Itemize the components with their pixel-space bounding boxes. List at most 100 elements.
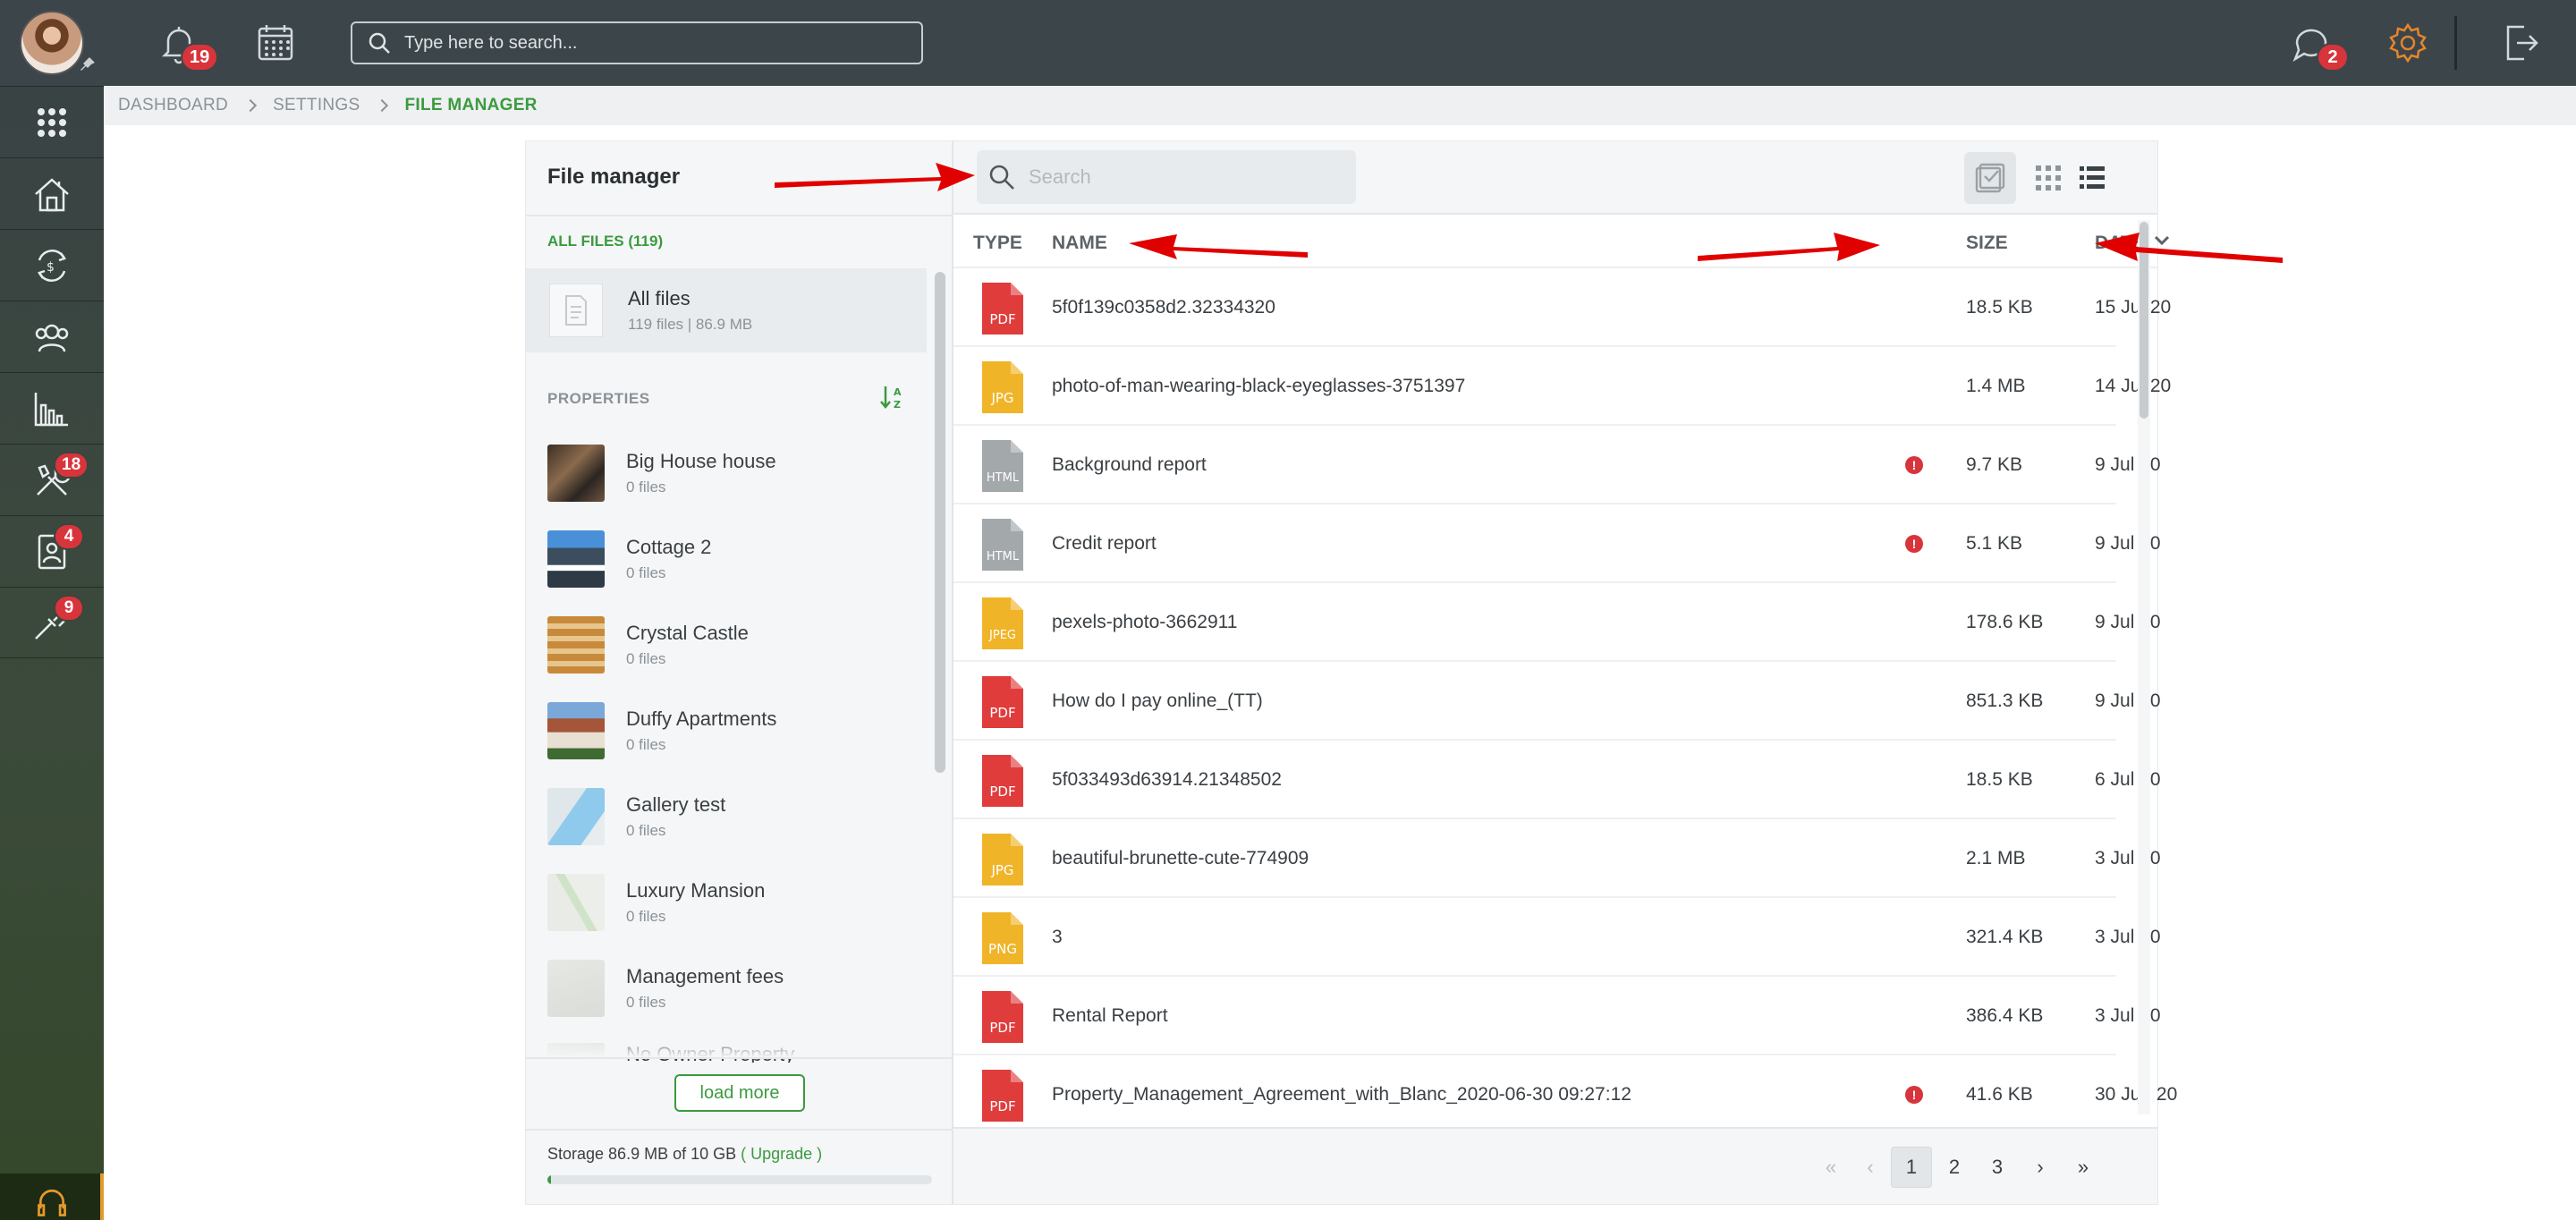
table-row[interactable]: HTML Background report! 9.7 KB 9 Jul 20 xyxy=(953,426,2161,504)
breadcrumb-settings[interactable]: SETTINGS xyxy=(273,96,360,115)
table-row[interactable]: JPG photo-of-man-wearing-black-eyeglasses… xyxy=(953,347,2171,426)
files-scrollbar[interactable] xyxy=(2140,222,2148,419)
svg-text:A: A xyxy=(894,386,902,398)
first-page-button[interactable]: « xyxy=(1810,1147,1852,1188)
file-name[interactable]: pexels-photo-3662911 xyxy=(1052,612,1237,633)
support-button[interactable] xyxy=(0,1173,104,1220)
next-page-button[interactable]: › xyxy=(2020,1147,2061,1188)
global-search-input[interactable] xyxy=(404,32,905,54)
load-more-button[interactable]: load more xyxy=(674,1074,805,1112)
file-name[interactable]: 5f0f139c0358d2.32334320 xyxy=(1052,297,1275,318)
file-type-label: PDF xyxy=(989,311,1015,327)
gear-icon[interactable] xyxy=(2386,21,2429,64)
property-item[interactable]: Gallery test 0 files xyxy=(547,785,923,848)
sidebar-item-apps[interactable] xyxy=(0,86,104,157)
property-name: Management fees xyxy=(626,965,784,987)
properties-label: PROPERTIES xyxy=(547,390,650,407)
file-search[interactable] xyxy=(977,150,1356,204)
search-icon xyxy=(369,32,390,54)
table-row[interactable]: PDF Rental Report 386.4 KB 3 Jul 20 xyxy=(953,977,2161,1055)
chevron-down-icon[interactable] xyxy=(2154,234,2170,247)
pin-icon[interactable] xyxy=(79,55,97,73)
select-toggle-button[interactable] xyxy=(1964,152,2016,204)
file-size: 18.5 KB xyxy=(1966,769,2033,790)
table-row[interactable]: PDF How do I pay online_(TT) 851.3 KB 9 Jul… xyxy=(953,662,2161,741)
checkbox-icon xyxy=(1975,163,2005,193)
sidebar-item-finance[interactable]: $ xyxy=(0,229,104,301)
upgrade-link[interactable]: ( Upgrade ) xyxy=(741,1145,822,1163)
svg-text:Z: Z xyxy=(894,399,901,411)
file-type-label: HTML xyxy=(987,550,1020,563)
jpg-file-icon: JPG xyxy=(982,361,1023,413)
column-type[interactable]: TYPE xyxy=(973,233,1022,254)
chevron-right-icon xyxy=(243,98,258,113)
last-page-button[interactable]: » xyxy=(2063,1147,2104,1188)
file-name[interactable]: Background report xyxy=(1052,454,1207,476)
all-files-folder[interactable]: All files 119 files | 86.9 MB xyxy=(526,268,927,352)
file-name[interactable]: photo-of-man-wearing-black-eyeglasses-37… xyxy=(1052,376,1465,397)
property-file-count: 0 files xyxy=(626,994,666,1011)
property-item[interactable]: Cottage 2 0 files xyxy=(547,528,923,590)
previous-page-button[interactable]: ‹ xyxy=(1850,1147,1891,1188)
column-name[interactable]: NAME xyxy=(1052,233,1107,254)
file-name[interactable]: How do I pay online_(TT) xyxy=(1052,690,1263,712)
file-type-label: PDF xyxy=(989,1020,1015,1036)
search-icon xyxy=(989,165,1014,190)
user-avatar[interactable] xyxy=(20,11,84,75)
file-search-input[interactable] xyxy=(1029,165,1286,189)
file-size: 386.4 KB xyxy=(1966,1005,2044,1026)
file-name[interactable]: 3 xyxy=(1052,927,1063,948)
file-name[interactable]: 5f033493d63914.21348502 xyxy=(1052,769,1282,791)
file-name[interactable]: beautiful-brunette-cute-774909 xyxy=(1052,848,1309,869)
warning-icon: ! xyxy=(1905,1086,1923,1104)
property-item[interactable]: Management fees 0 files xyxy=(547,957,923,1020)
table-row[interactable]: PDF Property_Management_Agreement_with_Bl… xyxy=(953,1055,2177,1134)
sort-alpha-icon[interactable]: A Z xyxy=(878,383,907,411)
property-file-count: 0 files xyxy=(626,908,666,925)
sidebar-item-reports[interactable] xyxy=(0,372,104,444)
sidebar-item-properties[interactable] xyxy=(0,157,104,229)
file-date: 3 Jul 20 xyxy=(2095,927,2161,947)
svg-text:$: $ xyxy=(47,260,55,275)
breadcrumb-file-manager: FILE MANAGER xyxy=(404,96,538,114)
logout-icon[interactable] xyxy=(2499,21,2542,64)
file-name[interactable]: Credit report xyxy=(1052,533,1157,555)
jpg-file-icon: JPG xyxy=(982,834,1023,885)
property-item[interactable]: Big House house 0 files xyxy=(547,442,923,504)
table-row[interactable]: JPG beautiful-brunette-cute-774909 2.1 MB 3… xyxy=(953,819,2161,898)
table-row[interactable]: HTML Credit report! 5.1 KB 9 Jul 20 xyxy=(953,504,2161,583)
table-row[interactable]: PDF 5f033493d63914.21348502 18.5 KB 6 Jul 2… xyxy=(953,741,2161,819)
sidebar-badge: 4 xyxy=(54,523,84,550)
property-name: Big House house xyxy=(626,450,776,472)
properties-scrollbar[interactable] xyxy=(935,272,945,773)
column-size[interactable]: SIZE xyxy=(1966,233,2008,254)
table-row[interactable]: PDF 5f0f139c0358d2.32334320 18.5 KB 15 Jul … xyxy=(953,268,2171,347)
calendar-icon[interactable] xyxy=(254,21,297,64)
property-item[interactable]: Duffy Apartments 0 files xyxy=(547,699,923,762)
sidebar-item-tools[interactable]: 9 xyxy=(0,587,104,658)
sidebar-badge: 18 xyxy=(54,452,89,479)
file-name[interactable]: Rental Report xyxy=(1052,1005,1168,1027)
notifications-badge: 19 xyxy=(181,43,219,72)
global-search[interactable] xyxy=(351,21,923,64)
all-files-meta: 119 files | 86.9 MB xyxy=(628,316,753,333)
sidebar-item-contacts[interactable]: 4 xyxy=(0,515,104,587)
property-item[interactable]: Crystal Castle 0 files xyxy=(547,614,923,676)
file-size: 18.5 KB xyxy=(1966,297,2033,318)
file-date: 3 Jul 20 xyxy=(2095,848,2161,868)
file-name[interactable]: Property_Management_Agreement_with_Blanc… xyxy=(1052,1084,1631,1106)
page-3-button[interactable]: 3 xyxy=(1977,1147,2018,1188)
sidebar-item-people[interactable] xyxy=(0,301,104,372)
page-1-button[interactable]: 1 xyxy=(1891,1147,1932,1188)
page-2-button[interactable]: 2 xyxy=(1934,1147,1975,1188)
file-size: 5.1 KB xyxy=(1966,533,2023,554)
property-item[interactable]: Luxury Mansion 0 files xyxy=(547,871,923,934)
table-row[interactable]: JPEG pexels-photo-3662911 178.6 KB 9 Jul 20 xyxy=(953,583,2161,662)
sidebar-item-maintenance[interactable]: 18 xyxy=(0,444,104,515)
breadcrumb-dashboard[interactable]: DASHBOARD xyxy=(118,96,228,115)
file-date: 9 Jul 20 xyxy=(2095,454,2161,475)
list-view-button[interactable] xyxy=(2066,152,2118,204)
file-date: 3 Jul 20 xyxy=(2095,1005,2161,1026)
warning-icon: ! xyxy=(1905,535,1923,553)
table-row[interactable]: PNG 3 321.4 KB 3 Jul 20 xyxy=(953,898,2161,977)
